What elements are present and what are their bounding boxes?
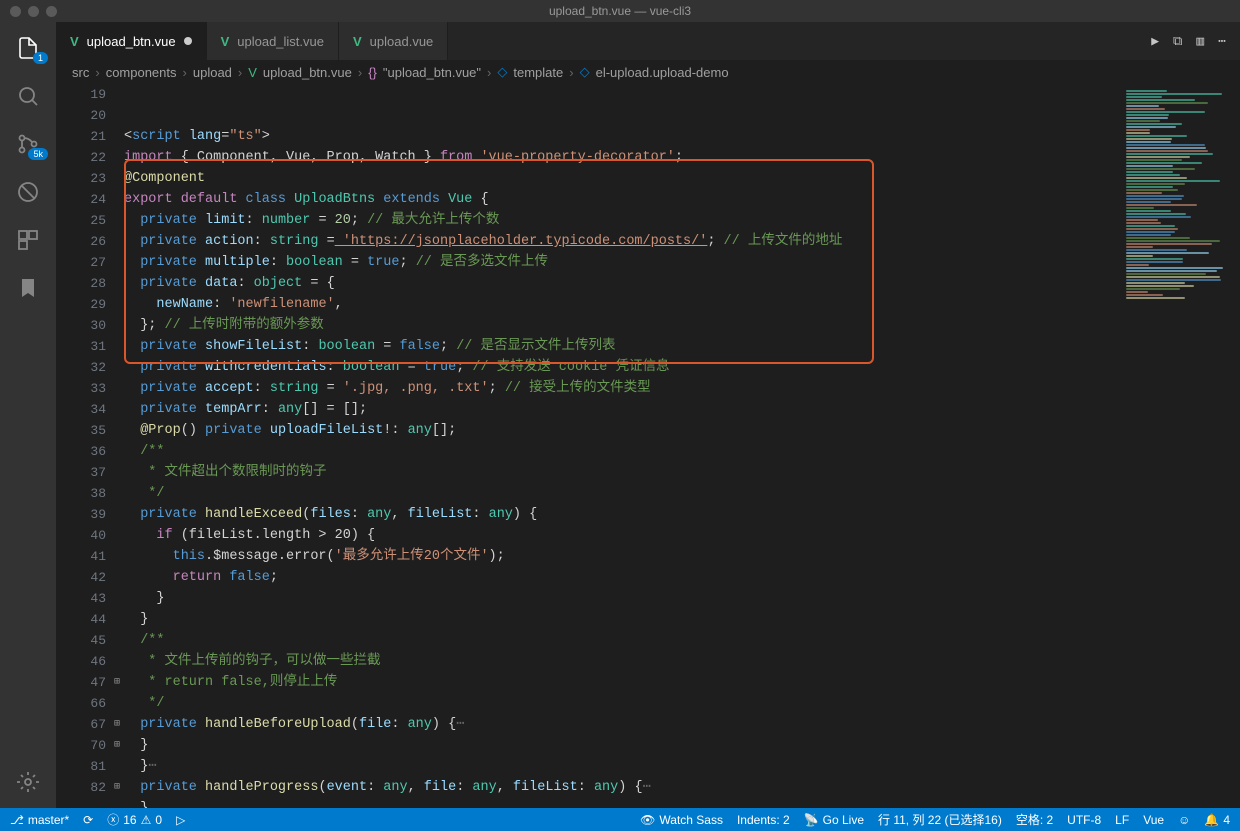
bookmark-icon[interactable] bbox=[14, 274, 42, 302]
window-title: upload_btn.vue — vue-cli3 bbox=[0, 4, 1240, 18]
watch-sass[interactable]: 👁 Watch Sass bbox=[640, 813, 723, 827]
fold-icon[interactable]: ⊞ bbox=[114, 735, 120, 756]
breadcrumbs[interactable]: src› components› upload› V upload_btn.vu… bbox=[56, 60, 1240, 84]
debug-indicator[interactable]: ▷ bbox=[176, 813, 185, 827]
debug-icon[interactable] bbox=[14, 178, 42, 206]
crumb[interactable]: upload bbox=[193, 65, 232, 80]
go-live[interactable]: 📡 Go Live bbox=[804, 813, 864, 827]
tab-upload-btn[interactable]: V upload_btn.vue bbox=[56, 22, 207, 60]
more-icon[interactable]: ⋯ bbox=[1218, 34, 1226, 49]
crumb[interactable]: components bbox=[106, 65, 177, 80]
crumb-symbol[interactable]: template bbox=[513, 65, 563, 80]
explorer-icon[interactable]: 1 bbox=[14, 34, 42, 62]
code-content[interactable]: <script lang="ts"> import { Component, V… bbox=[124, 84, 1120, 808]
sync-icon[interactable]: ⟳ bbox=[83, 813, 93, 827]
eol[interactable]: LF bbox=[1115, 813, 1129, 827]
fold-icon[interactable]: ⊞ bbox=[114, 777, 120, 798]
cursor-position[interactable]: 行 11, 列 22 (已选择16) bbox=[878, 811, 1002, 828]
scm-badge: 5k bbox=[28, 148, 48, 160]
statusbar: ⎇ master* ⟳ ⓧ 16 ⚠ 0 ▷ 👁 Watch Sass Inde… bbox=[0, 808, 1240, 831]
settings-icon[interactable] bbox=[14, 768, 42, 796]
close-window[interactable] bbox=[10, 6, 21, 17]
element-icon: ◇ bbox=[497, 64, 507, 80]
code-editor[interactable]: 1920212223242526272829303132333435363738… bbox=[56, 84, 1240, 808]
element-icon: ◇ bbox=[580, 64, 590, 80]
extensions-icon[interactable] bbox=[14, 226, 42, 254]
source-control-icon[interactable]: 5k bbox=[14, 130, 42, 158]
explorer-badge: 1 bbox=[33, 52, 48, 64]
crumb-file[interactable]: upload_btn.vue bbox=[263, 65, 352, 80]
feedback-icon[interactable]: ☺ bbox=[1178, 813, 1190, 827]
crumb-symbol[interactable]: el-upload.upload-demo bbox=[596, 65, 729, 80]
language-mode[interactable]: Vue bbox=[1143, 813, 1164, 827]
encoding[interactable]: UTF-8 bbox=[1067, 813, 1101, 827]
tab-label: upload.vue bbox=[370, 34, 434, 49]
dirty-indicator bbox=[184, 37, 192, 45]
brace-icon: {} bbox=[368, 65, 377, 80]
fold-icon[interactable]: ⊞ bbox=[114, 714, 120, 735]
fold-icon[interactable]: ⊞ bbox=[114, 672, 120, 693]
line-numbers: 1920212223242526272829303132333435363738… bbox=[56, 84, 124, 808]
run-icon[interactable]: ▶ bbox=[1151, 34, 1159, 49]
indents[interactable]: Indents: 2 bbox=[737, 813, 790, 827]
window-controls[interactable] bbox=[0, 6, 57, 17]
split-icon[interactable]: ⧉ bbox=[1173, 34, 1182, 49]
layout-icon[interactable]: ▥ bbox=[1196, 34, 1204, 49]
tab-label: upload_btn.vue bbox=[87, 34, 176, 49]
tab-upload[interactable]: V upload.vue bbox=[339, 22, 448, 60]
crumb[interactable]: src bbox=[72, 65, 89, 80]
crumb-symbol[interactable]: "upload_btn.vue" bbox=[383, 65, 481, 80]
minimize-window[interactable] bbox=[28, 6, 39, 17]
vue-icon: V bbox=[221, 34, 230, 49]
notifications-icon[interactable]: 🔔 4 bbox=[1204, 813, 1230, 827]
branch-indicator[interactable]: ⎇ master* bbox=[10, 813, 69, 827]
spaces[interactable]: 空格: 2 bbox=[1016, 811, 1053, 828]
titlebar: upload_btn.vue — vue-cli3 bbox=[0, 0, 1240, 22]
search-icon[interactable] bbox=[14, 82, 42, 110]
maximize-window[interactable] bbox=[46, 6, 57, 17]
tab-upload-list[interactable]: V upload_list.vue bbox=[207, 22, 339, 60]
problems-indicator[interactable]: ⓧ 16 ⚠ 0 bbox=[107, 811, 162, 828]
editor-tabs: V upload_btn.vue V upload_list.vue V upl… bbox=[56, 22, 1240, 60]
vue-icon: V bbox=[248, 65, 257, 80]
minimap[interactable]: // placeholder decorative minimap lines … bbox=[1120, 84, 1240, 808]
activity-bar: 1 5k bbox=[0, 22, 56, 808]
vue-icon: V bbox=[353, 34, 362, 49]
vue-icon: V bbox=[70, 34, 79, 49]
tab-label: upload_list.vue bbox=[237, 34, 324, 49]
